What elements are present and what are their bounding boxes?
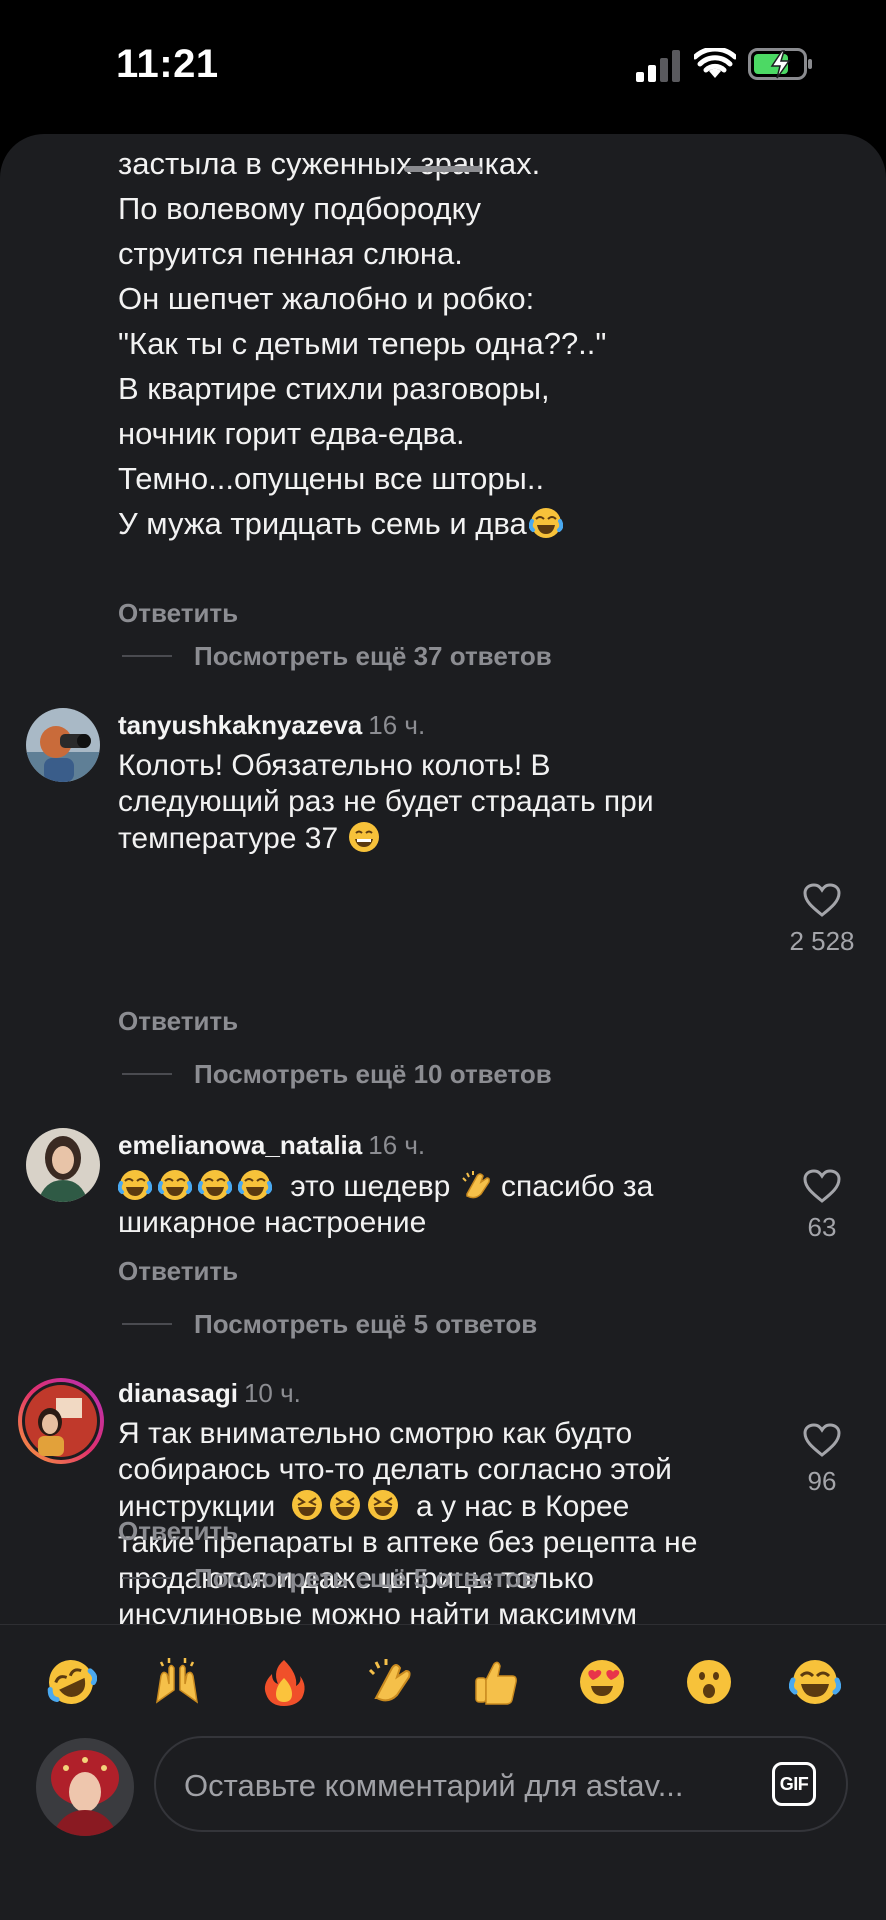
sheet-drag-handle[interactable] [404,166,482,172]
heart-eyes-emoji-button[interactable] [574,1654,630,1710]
laughing-emoji-icon [291,1490,322,1520]
clapping-hands-icon [461,1171,490,1199]
username[interactable]: dianasagi [118,1378,238,1408]
comment-header: emelianowa_natalia 16 ч. [118,1130,425,1161]
comment-input[interactable]: Оставьте комментарий для astav... GIF [154,1736,848,1832]
comment-text: это шедевр спасибо за шикарное настроени… [118,1170,654,1239]
like-button[interactable]: 2 528 [780,882,864,957]
poem-line: В квартире стихли разговоры, [118,371,550,406]
comments-list[interactable]: застыла в суженных зрачках. По волевому … [0,134,886,1624]
poem-line: Темно...опущены все шторы.. [118,461,545,496]
current-user-avatar[interactable] [36,1738,134,1836]
reply-text-poem: застыла в суженных зрачках. По волевому … [118,144,778,546]
poem-line: застыла в суженных зрачках. [118,146,541,181]
heart-icon [803,1423,841,1457]
joy-emoji-icon [528,508,563,538]
joy-emoji-button[interactable] [787,1654,843,1710]
poem-line: Он шепчет жалобно и робко: [118,281,535,316]
cellular-signal-icon [636,50,680,82]
quick-reactions-bar [0,1644,886,1720]
rofl-emoji-icon [47,1660,98,1704]
raising-hands-icon [156,1658,199,1704]
like-count: 2 528 [789,926,855,956]
view-more-replies-button[interactable]: Посмотреть ещё 5 ответов [122,1560,537,1596]
like-button[interactable]: 63 [780,1168,864,1243]
status-time: 11:21 [116,42,219,86]
status-bar: 11:21 [0,0,886,130]
poem-line: По волевому подбородку [118,191,482,226]
heart-eyes-icon [580,1660,625,1704]
username[interactable]: tanyushkaknyazeva [118,710,362,740]
surprised-face-icon [686,1660,731,1704]
fire-emoji-button[interactable] [256,1654,312,1710]
thumbs-up-emoji-button[interactable] [468,1654,524,1710]
view-more-replies-button[interactable]: Посмотреть ещё 37 ответов [122,638,552,674]
rofl-emoji-button[interactable] [43,1654,99,1710]
comment-header: tanyushkaknyazeva 16 ч. [118,710,425,741]
clapping-emoji-button[interactable] [362,1654,418,1710]
comment-input-placeholder: Оставьте комментарий для astav... [184,1768,684,1803]
avatar[interactable] [26,708,100,782]
divider [0,1624,886,1625]
username[interactable]: emelianowa_natalia [118,1130,362,1160]
fire-icon [264,1660,305,1706]
laughing-emoji-icon [367,1490,398,1520]
joy-emoji-icon [238,1170,272,1200]
reply-button[interactable]: Ответить [118,1256,238,1287]
like-button[interactable]: 96 [780,1422,864,1497]
joy-emoji-icon [118,1170,152,1200]
thread-line [122,1577,172,1579]
like-count: 96 [807,1466,837,1496]
surprised-emoji-button[interactable] [681,1654,737,1710]
comment-composer: Оставьте комментарий для astav... GIF [0,1730,886,1840]
reply-button[interactable]: Ответить [118,1006,238,1037]
timestamp: 16 ч. [368,710,426,740]
reply-button[interactable]: Ответить [118,598,238,629]
poem-line: "Как ты с детьми теперь одна??.." [118,326,607,361]
grinning-emoji-icon [348,822,379,852]
wifi-icon [694,48,736,78]
joy-emoji-icon [788,1660,841,1704]
view-more-replies-button[interactable]: Посмотреть ещё 10 ответов [122,1056,552,1092]
poem-line: струится пенная слюна. [118,236,463,271]
timestamp: 16 ч. [368,1130,426,1160]
poem-line: ночник горит едва-едва. [118,416,465,451]
thumbs-up-icon [475,1661,518,1705]
like-count: 63 [807,1212,837,1242]
view-more-replies-button[interactable]: Посмотреть ещё 5 ответов [122,1306,537,1342]
laughing-emoji-icon [329,1490,360,1520]
thread-line [122,1323,172,1325]
raising-hands-emoji-button[interactable] [149,1654,205,1710]
joy-emoji-icon [198,1170,232,1200]
comment-text: Колоть! Обязательно колоть! В следующий … [118,749,654,855]
comments-sheet[interactable]: застыла в суженных зрачках. По волевому … [0,134,886,1920]
battery-charging-icon [748,48,812,80]
avatar-story-ring[interactable] [16,1376,106,1466]
clapping-hands-icon [368,1659,411,1702]
gif-button[interactable]: GIF [772,1762,816,1806]
thread-line [122,1073,172,1075]
avatar[interactable] [26,1128,100,1202]
timestamp: 10 ч. [243,1378,301,1408]
heart-icon [803,1169,841,1203]
poem-line-last: У мужа тридцать семь и два [118,501,778,546]
thread-line [122,655,172,657]
heart-icon [803,883,841,917]
reply-button[interactable]: Ответить [118,1516,238,1547]
comment-header: dianasagi 10 ч. [118,1378,301,1409]
joy-emoji-icon [158,1170,192,1200]
